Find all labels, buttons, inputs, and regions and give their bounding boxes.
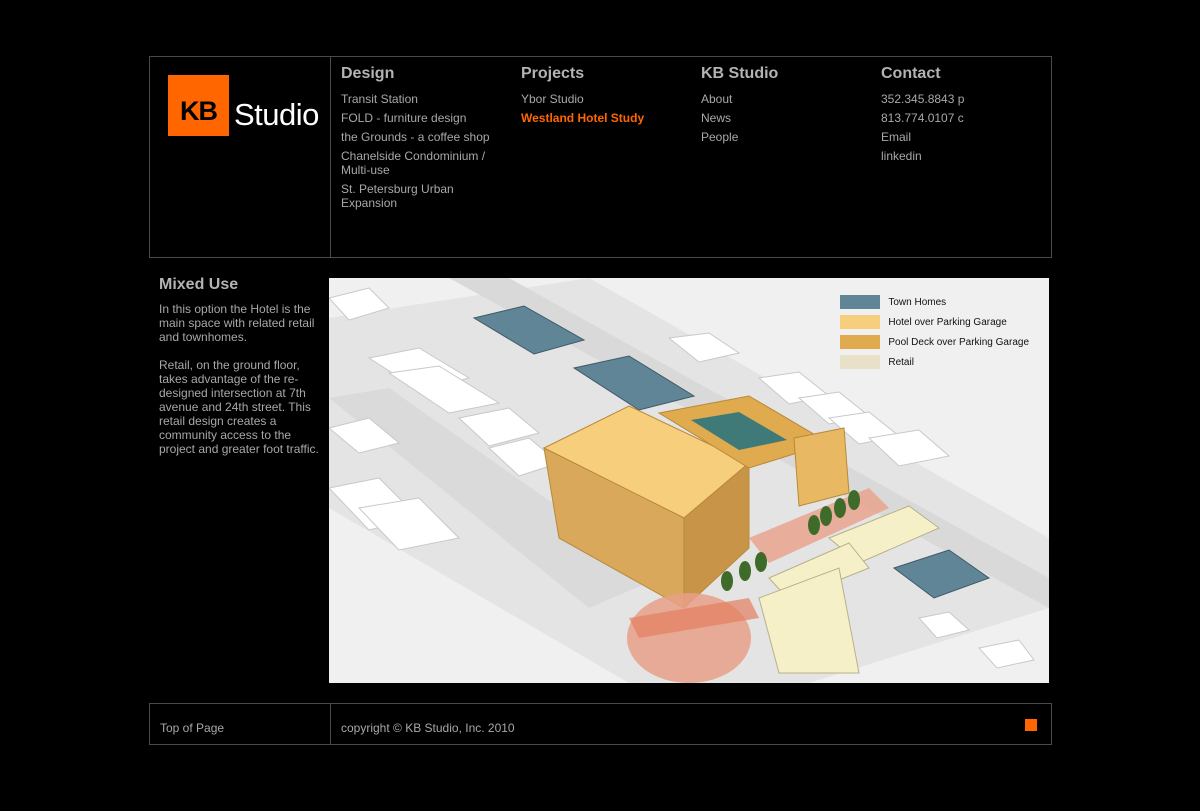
map-legend: Town Homes Hotel over Parking Garage Poo… [840, 292, 1029, 372]
legend-item: Retail [840, 352, 1029, 372]
legend-label: Pool Deck over Parking Garage [888, 336, 1029, 348]
nav-item-ybor-studio[interactable]: Ybor Studio [521, 92, 691, 106]
nav-item-st-petersburg[interactable]: St. Petersburg Urban Expansion [341, 182, 471, 210]
kb-studio-logo[interactable]: KB Studio [168, 75, 319, 136]
site-footer: Top of Page copyright © KB Studio, Inc. … [149, 703, 1052, 745]
contact-phone: 352.345.8843 p [881, 92, 965, 106]
nav-item-about[interactable]: About [701, 92, 871, 106]
contact-email-link[interactable]: Email [881, 130, 1051, 144]
legend-swatch [840, 315, 881, 329]
legend-swatch [840, 335, 881, 349]
site-header: KB Studio Design Transit Station FOLD - … [149, 56, 1052, 258]
description-paragraph: In this option the Hotel is the main spa… [159, 302, 315, 344]
footer-divider [330, 704, 331, 744]
copyright-text: copyright © KB Studio, Inc. 2010 [341, 721, 515, 735]
nav-design-heading: Design [341, 65, 395, 82]
nav-item-news[interactable]: News [701, 111, 871, 125]
nav-kb-studio: KB Studio About News People [701, 65, 871, 149]
site-plan-rendering: Town Homes Hotel over Parking Garage Poo… [329, 278, 1049, 683]
project-description: Mixed Use In this option the Hotel is th… [159, 276, 319, 470]
nav-kb-studio-heading: KB Studio [701, 65, 779, 82]
orange-square-icon [1025, 719, 1037, 731]
page-title: Mixed Use [159, 276, 239, 293]
nav-item-people[interactable]: People [701, 130, 871, 144]
nav-projects: Projects Ybor Studio Westland Hotel Stud… [521, 65, 691, 130]
description-paragraph: Retail, on the ground floor, takes advan… [159, 358, 319, 456]
legend-label: Town Homes [888, 296, 947, 308]
nav-contact: Contact 352.345.8843 p 813.774.0107 c Em… [881, 65, 1051, 168]
contact-linkedin-link[interactable]: linkedin [881, 149, 1051, 163]
nav-contact-heading: Contact [881, 65, 941, 82]
nav-item-westland-hotel[interactable]: Westland Hotel Study [521, 111, 691, 125]
logo-mark: KB [168, 75, 229, 136]
legend-item: Town Homes [840, 292, 1029, 312]
nav-projects-heading: Projects [521, 65, 585, 82]
header-divider [330, 57, 331, 257]
legend-label: Hotel over Parking Garage [888, 316, 1007, 328]
nav-item-chanelside[interactable]: Chanelside Condominium / Multi-use [341, 149, 501, 177]
nav-item-the-grounds[interactable]: the Grounds - a coffee shop [341, 130, 511, 144]
legend-swatch [840, 355, 881, 369]
nav-item-transit-station[interactable]: Transit Station [341, 92, 511, 106]
top-of-page-link[interactable]: Top of Page [160, 721, 224, 735]
legend-label: Retail [888, 356, 914, 368]
nav-design: Design Transit Station FOLD - furniture … [341, 65, 511, 215]
logo-wordmark: Studio [234, 97, 319, 132]
contact-cell: 813.774.0107 c [881, 111, 964, 125]
nav-item-fold[interactable]: FOLD - furniture design [341, 111, 511, 125]
legend-swatch [840, 295, 881, 309]
legend-item: Pool Deck over Parking Garage [840, 332, 1029, 352]
legend-item: Hotel over Parking Garage [840, 312, 1029, 332]
